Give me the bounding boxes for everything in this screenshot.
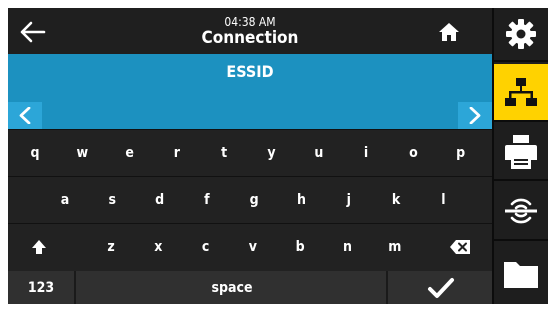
previous-field-button[interactable] bbox=[8, 102, 42, 129]
key-m[interactable]: m bbox=[374, 224, 416, 270]
home-icon bbox=[439, 23, 459, 41]
chevron-right-icon bbox=[469, 107, 481, 124]
key-e[interactable]: e bbox=[109, 130, 151, 176]
key-l[interactable]: l bbox=[422, 177, 464, 223]
clock-time: 04:38 AM bbox=[224, 15, 276, 29]
key-i[interactable]: i bbox=[345, 130, 387, 176]
home-button[interactable] bbox=[438, 22, 460, 42]
numbers-key[interactable]: 123 bbox=[8, 271, 76, 304]
key-w[interactable]: w bbox=[61, 130, 103, 176]
key-g[interactable]: g bbox=[233, 177, 275, 223]
shift-key[interactable] bbox=[14, 224, 64, 270]
main-panel: 04:38 AM Connection ESSID qwert y u i o … bbox=[8, 8, 492, 304]
chevron-left-icon bbox=[19, 107, 31, 124]
key-z[interactable]: z bbox=[90, 224, 132, 270]
printer-icon bbox=[505, 134, 537, 169]
key-y[interactable]: y bbox=[251, 130, 293, 176]
sidebar-item-storage[interactable] bbox=[494, 243, 548, 304]
field-label: ESSID bbox=[226, 62, 274, 81]
next-field-button[interactable] bbox=[458, 102, 492, 129]
key-t[interactable]: t bbox=[203, 130, 245, 176]
on-screen-keyboard: qwertyuiop asdfghjkl zxcvbnm 123 space bbox=[8, 129, 492, 304]
sidebar-item-sensor[interactable] bbox=[494, 183, 548, 241]
key-b[interactable]: b bbox=[279, 224, 321, 270]
key-d[interactable]: d bbox=[139, 177, 181, 223]
key-s[interactable]: s bbox=[91, 177, 133, 223]
backspace-key[interactable] bbox=[432, 224, 488, 270]
sidebar bbox=[492, 8, 548, 304]
key-j[interactable]: j bbox=[328, 177, 370, 223]
folder-icon bbox=[504, 261, 538, 288]
key-r[interactable]: r bbox=[156, 130, 198, 176]
key-u[interactable]: u bbox=[298, 130, 340, 176]
network-icon bbox=[505, 78, 537, 106]
keyboard-row-2: asdfghjkl bbox=[8, 176, 492, 222]
gear-icon bbox=[506, 19, 536, 49]
keyboard-bottom-row: 123 space bbox=[8, 271, 492, 304]
enter-key[interactable] bbox=[390, 271, 492, 304]
key-p[interactable]: p bbox=[440, 130, 482, 176]
shift-arrow-icon bbox=[32, 240, 46, 254]
key-v[interactable]: v bbox=[232, 224, 274, 270]
sensor-icon bbox=[505, 198, 537, 224]
key-o[interactable]: o bbox=[392, 130, 434, 176]
key-f[interactable]: f bbox=[186, 177, 228, 223]
keyboard-row-3: zxcvbnm bbox=[8, 223, 492, 269]
sidebar-item-network[interactable] bbox=[494, 64, 548, 122]
space-key[interactable]: space bbox=[78, 271, 388, 304]
key-n[interactable]: n bbox=[327, 224, 369, 270]
key-q[interactable]: q bbox=[14, 130, 56, 176]
sidebar-item-settings[interactable] bbox=[494, 8, 548, 62]
sidebar-item-printer[interactable] bbox=[494, 124, 548, 181]
keyboard-row-1: qwertyuiop bbox=[8, 129, 492, 175]
key-c[interactable]: c bbox=[185, 224, 227, 270]
key-x[interactable]: x bbox=[137, 224, 179, 270]
checkmark-icon bbox=[428, 277, 454, 298]
key-a[interactable]: a bbox=[44, 177, 86, 223]
essid-field-bar: ESSID bbox=[8, 54, 492, 129]
key-h[interactable]: h bbox=[281, 177, 323, 223]
key-k[interactable]: k bbox=[375, 177, 417, 223]
header-bar: 04:38 AM Connection bbox=[8, 8, 492, 54]
page-title: Connection bbox=[201, 28, 299, 48]
backspace-icon bbox=[450, 240, 470, 254]
printer-screen: 04:38 AM Connection ESSID qwert y u i o … bbox=[8, 8, 548, 304]
